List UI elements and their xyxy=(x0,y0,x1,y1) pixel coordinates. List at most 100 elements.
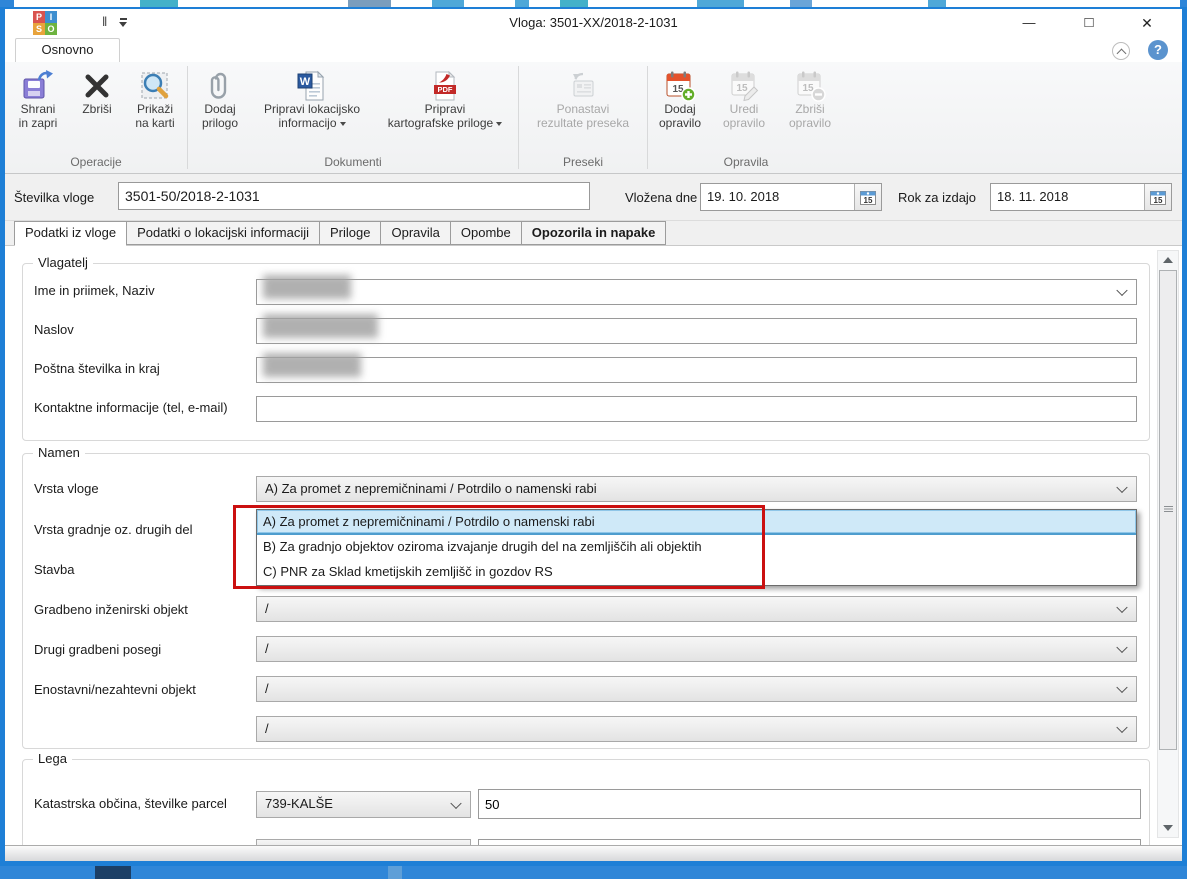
fieldset-legend: Namen xyxy=(33,445,85,460)
postal-label: Poštna številka in kraj xyxy=(34,361,160,379)
desktop: P I S O ‖ Vloga: 3501-XX/2018-2-1031 — □… xyxy=(0,0,1187,879)
word-document-icon: W xyxy=(296,70,328,102)
save-icon xyxy=(22,70,54,102)
help-button[interactable]: ? xyxy=(1148,40,1168,60)
ribbon-toolbar: Shrani in zapri Zbriši xyxy=(5,62,1182,174)
dropdown-option-b[interactable]: B) Za gradnjo objektov oziroma izvajanje… xyxy=(257,535,1136,560)
parcel-number-input[interactable] xyxy=(478,789,1141,819)
dropdown-option-c[interactable]: C) PNR za Sklad kmetijskih zemljišč in g… xyxy=(257,560,1136,585)
background-app-strip-top xyxy=(0,0,1187,7)
vertical-scrollbar[interactable] xyxy=(1157,250,1179,838)
name-label: Ime in priimek, Naziv xyxy=(34,283,155,301)
delete-x-icon xyxy=(81,70,113,102)
tab-podatki-iz-vloge[interactable]: Podatki iz vloge xyxy=(14,221,127,246)
add-attachment-button[interactable]: Dodaj prilogo xyxy=(190,67,250,155)
logo-letter: P xyxy=(33,11,45,23)
chevron-up-icon xyxy=(1117,49,1127,59)
eno-combobox[interactable]: / xyxy=(256,676,1137,702)
ribbon-group-operacije: Shrani in zapri Zbriši xyxy=(5,62,187,173)
chevron-down-icon[interactable] xyxy=(1116,285,1127,296)
logo-letter: S xyxy=(33,23,45,35)
piso-app-icon: P I S O xyxy=(33,11,57,35)
delete-button[interactable]: Zbriši xyxy=(69,67,125,155)
calendar-delete-icon: 15 xyxy=(794,70,826,102)
due-date-picker-button[interactable]: 15 xyxy=(1144,184,1171,210)
tab-priloge[interactable]: Priloge xyxy=(320,221,381,245)
tab-opravila[interactable]: Opravila xyxy=(381,221,450,245)
stavba-label: Stavba xyxy=(34,562,74,580)
combobox-value: 739-KALŠE xyxy=(265,792,333,816)
quick-access-separator: ‖ xyxy=(102,14,107,29)
chevron-down-icon[interactable] xyxy=(1116,482,1127,493)
svg-text:PDF: PDF xyxy=(438,85,453,94)
scrollbar-grip-icon xyxy=(1164,506,1173,514)
show-on-map-button[interactable]: Prikaži na karti xyxy=(125,67,185,155)
maximize-button[interactable]: □ xyxy=(1073,11,1105,35)
application-number-input[interactable] xyxy=(118,182,590,210)
page-tab-strip: Podatki iz vloge Podatki o lokacijski in… xyxy=(5,221,1182,245)
katastrska-obcina-label: Katastrska občina, številke parcel xyxy=(34,796,227,814)
chevron-down-icon[interactable] xyxy=(1116,642,1127,653)
extra-combobox[interactable]: / xyxy=(256,716,1137,742)
combobox-value: / xyxy=(265,597,269,621)
redacted-value xyxy=(263,353,361,377)
tab-opozorila-in-napake[interactable]: Opozorila in napake xyxy=(522,221,667,245)
contact-input[interactable] xyxy=(256,396,1137,422)
reset-intersection-results-button: Ponastavi rezultate preseka xyxy=(521,67,645,155)
vrsta-vloge-combobox[interactable]: A) Za promet z nepremičninami / Potrdilo… xyxy=(256,476,1137,502)
dropdown-arrow-icon xyxy=(496,122,502,126)
scrollbar-down-arrow[interactable] xyxy=(1158,820,1178,837)
taskbar-segment xyxy=(95,866,131,879)
contact-label: Kontaktne informacije (tel, e-mail) xyxy=(34,400,228,418)
calendar-icon: 15 xyxy=(1150,190,1166,205)
svg-text:W: W xyxy=(300,76,311,88)
postal-input[interactable] xyxy=(256,357,1137,383)
combobox-value: / xyxy=(265,637,269,661)
logo-letter: I xyxy=(45,11,57,23)
name-combobox[interactable] xyxy=(256,279,1137,305)
gio-combobox[interactable]: / xyxy=(256,596,1137,622)
ribbon-tab-row: Osnovno ? xyxy=(5,37,1182,62)
ribbon-tab-osnovno[interactable]: Osnovno xyxy=(15,38,120,62)
dropdown-option-a[interactable]: A) Za promet z nepremičninami / Potrdilo… xyxy=(257,510,1136,535)
combobox-value: / xyxy=(265,717,269,741)
application-header-band: Številka vloge Vložena dne 19. 10. 2018 … xyxy=(5,174,1182,221)
chevron-down-icon[interactable] xyxy=(1116,682,1127,693)
scrollbar-up-arrow[interactable] xyxy=(1158,251,1178,268)
due-date-value[interactable]: 18. 11. 2018 xyxy=(991,184,1144,210)
quick-access-dropdown-icon[interactable] xyxy=(119,18,128,28)
group-label-dokumenti: Dokumenti xyxy=(188,155,518,173)
prepare-cartographic-attachments-button[interactable]: PDF Pripravi kartografske priloge xyxy=(374,67,516,155)
tab-opombe[interactable]: Opombe xyxy=(451,221,522,245)
add-task-button[interactable]: 15 Dodaj opravilo xyxy=(649,67,711,155)
katastrska-obcina-combobox[interactable]: 739-KALŠE xyxy=(256,791,471,818)
group-label-operacije: Operacije xyxy=(5,155,187,173)
close-button[interactable]: ✕ xyxy=(1131,11,1163,35)
scrollbar-thumb[interactable] xyxy=(1159,270,1177,750)
title-bar: P I S O ‖ Vloga: 3501-XX/2018-2-1031 — □… xyxy=(5,9,1182,37)
form-content-area: Vlagatelj Ime in priimek, Naziv Naslov P… xyxy=(5,245,1182,846)
prepare-location-info-button[interactable]: W Pripravi lokacijsko informacijo xyxy=(250,67,374,155)
delete-task-button: 15 Zbriši opravilo xyxy=(777,67,843,155)
svg-text:15: 15 xyxy=(1154,196,1163,205)
dgp-combobox[interactable]: / xyxy=(256,636,1137,662)
save-and-close-button[interactable]: Shrani in zapri xyxy=(7,67,69,155)
chevron-down-icon[interactable] xyxy=(450,797,461,808)
tab-podatki-o-lokacijski-informaciji[interactable]: Podatki o lokacijski informaciji xyxy=(127,221,320,245)
due-date-field[interactable]: 18. 11. 2018 15 xyxy=(990,183,1172,211)
eno-label: Enostavni/nezahtevni objekt xyxy=(34,682,196,700)
combobox-value: / xyxy=(265,677,269,701)
chevron-down-icon[interactable] xyxy=(1116,602,1127,613)
fieldset-legend: Lega xyxy=(33,751,72,766)
dgp-label: Drugi gradbeni posegi xyxy=(34,642,161,660)
application-window: P I S O ‖ Vloga: 3501-XX/2018-2-1031 — □… xyxy=(0,7,1187,866)
minimize-button[interactable]: — xyxy=(1013,11,1045,35)
address-input[interactable] xyxy=(256,318,1137,344)
collapse-ribbon-icon[interactable] xyxy=(1112,42,1130,60)
chevron-down-icon[interactable] xyxy=(1116,722,1127,733)
filed-date-field[interactable]: 19. 10. 2018 15 xyxy=(700,183,882,211)
filed-date-value[interactable]: 19. 10. 2018 xyxy=(701,184,854,210)
group-label-preseki: Preseki xyxy=(519,155,647,173)
ribbon-group-preseki: Ponastavi rezultate preseka Preseki xyxy=(519,62,647,173)
filed-date-picker-button[interactable]: 15 xyxy=(854,184,881,210)
